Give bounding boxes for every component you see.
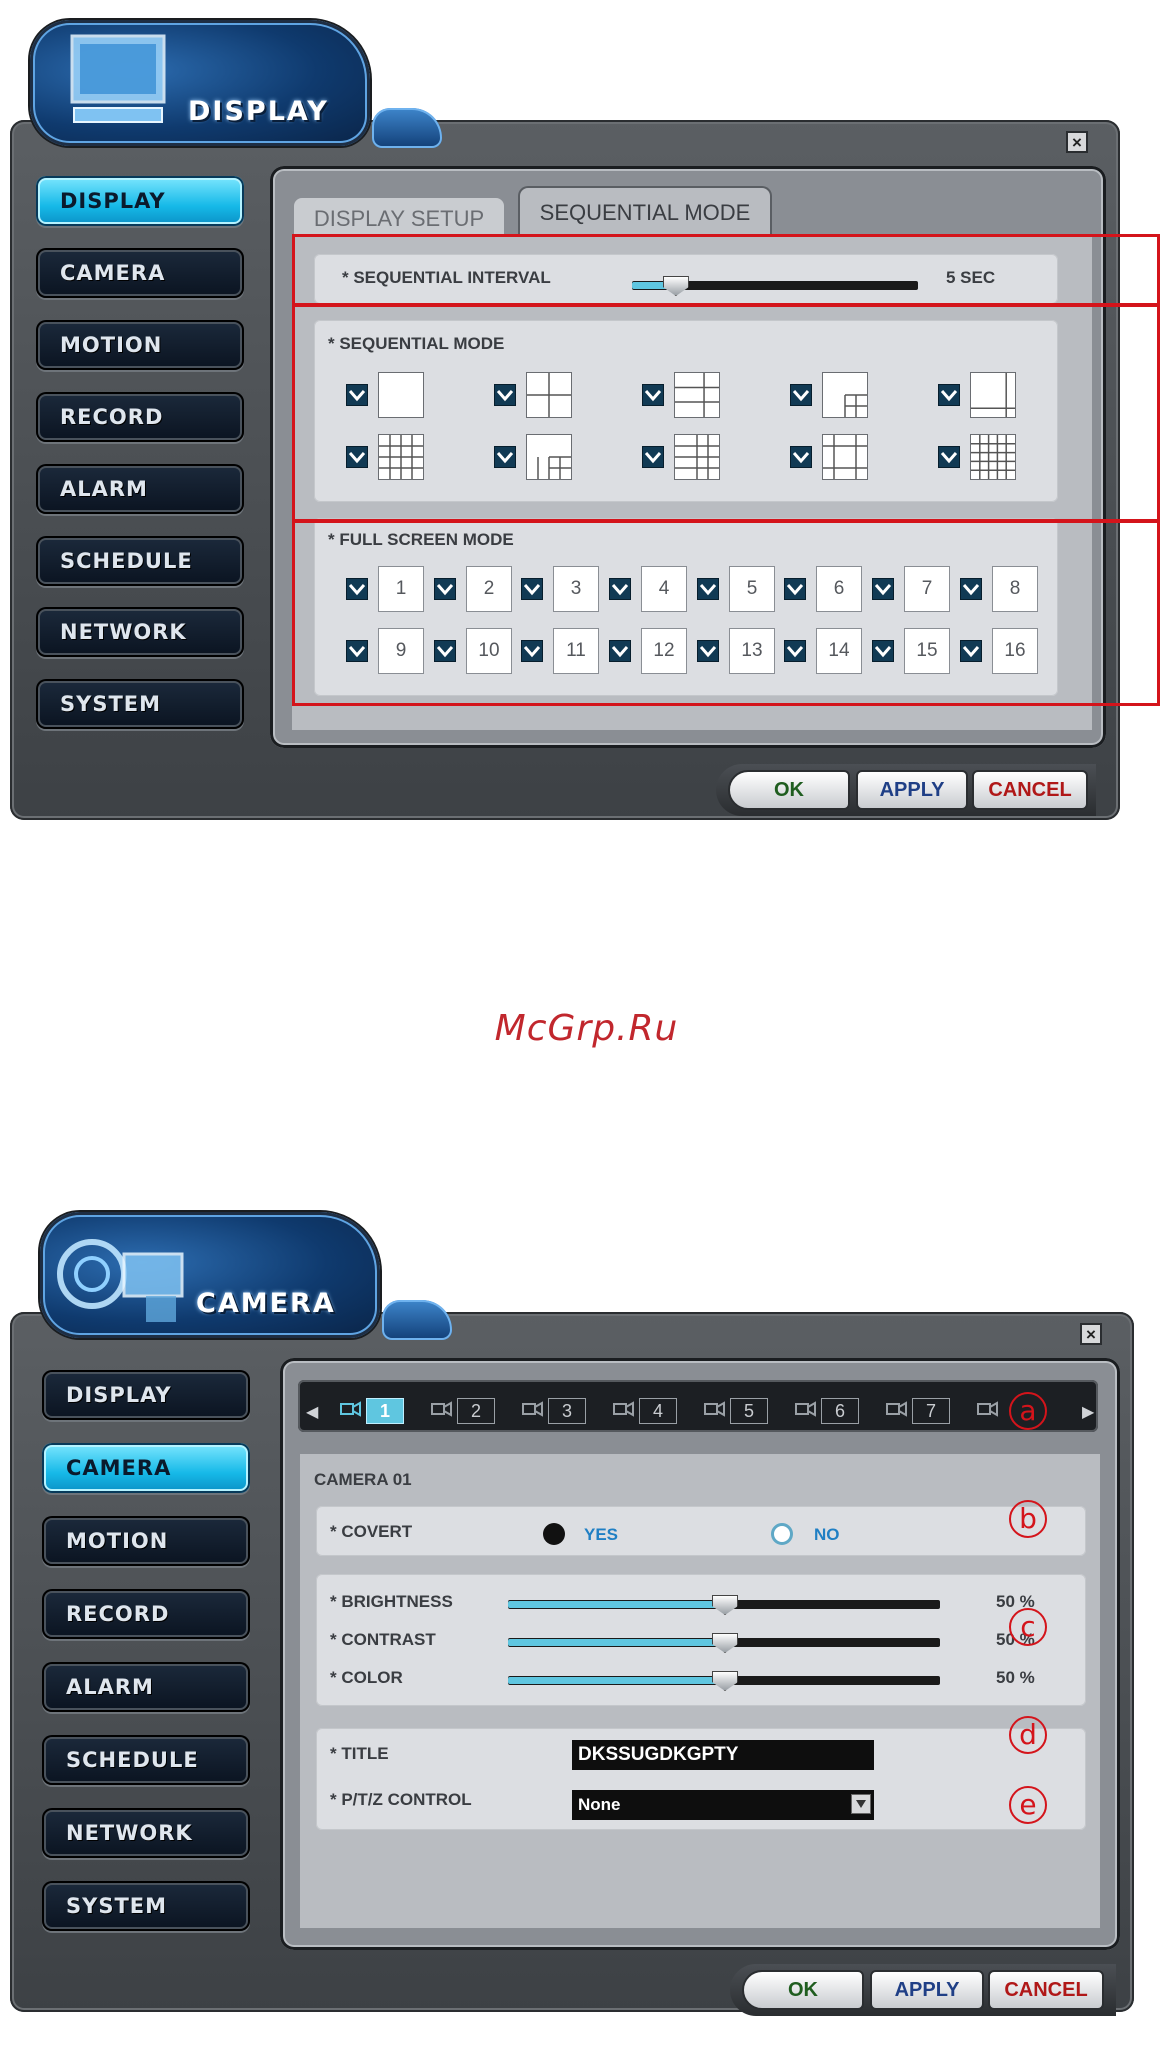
color-label: * COLOR	[330, 1668, 403, 1687]
camera-tab-3[interactable]: 3	[522, 1396, 586, 1426]
cancel-button[interactable]: CANCEL	[972, 770, 1088, 810]
close-button[interactable]: ×	[1066, 131, 1088, 153]
callout-b: b	[1009, 1500, 1047, 1538]
sidebar-item-system[interactable]: SYSTEM	[36, 679, 244, 729]
camera-tab-number: 7	[912, 1398, 950, 1424]
callout-d: d	[1009, 1716, 1047, 1754]
ok-button[interactable]: OK	[742, 1970, 864, 2010]
color-value: 50 %	[996, 1668, 1035, 1687]
sidebar-item-schedule[interactable]: SCHEDULE	[36, 536, 244, 586]
camera-icon	[886, 1400, 908, 1423]
camera-tab-7[interactable]: 7	[886, 1396, 950, 1426]
camera-icon	[57, 1239, 184, 1322]
camera-tab-number: 5	[730, 1398, 768, 1424]
sidebar-item-alarm[interactable]: ALARM	[36, 464, 244, 514]
sidebar-item-motion[interactable]: MOTION	[36, 320, 244, 370]
sidebar-item-motion[interactable]: MOTION	[42, 1516, 250, 1566]
apply-button[interactable]: APPLY	[856, 770, 968, 810]
camera-icon	[431, 1400, 453, 1423]
brightness-slider[interactable]	[508, 1595, 940, 1615]
camera-icon	[522, 1400, 544, 1423]
covert-label: * COVERT	[330, 1522, 413, 1541]
sidebar-item-alarm[interactable]: ALARM	[42, 1662, 250, 1712]
highlight-box-full-screen	[292, 520, 1160, 706]
logo-tab-decoration	[372, 108, 442, 148]
ptz-control-label: * P/T/Z CONTROL	[330, 1790, 472, 1809]
monitor-icon	[70, 34, 166, 123]
camera-tab-2[interactable]: 2	[431, 1396, 495, 1426]
covert-panel	[316, 1506, 1086, 1556]
camera-tab-6[interactable]: 6	[795, 1396, 859, 1426]
camera-tab-number: 1	[366, 1398, 404, 1424]
covert-no-label: NO	[814, 1525, 840, 1544]
covert-yes-radio[interactable]	[543, 1523, 565, 1545]
camera-icon	[704, 1400, 726, 1423]
apply-button[interactable]: APPLY	[870, 1970, 984, 2010]
contrast-label: * CONTRAST	[330, 1630, 436, 1649]
camera-icon	[795, 1400, 817, 1423]
sidebar-item-network[interactable]: NETWORK	[42, 1808, 250, 1858]
camera-tab-number: 2	[457, 1398, 495, 1424]
color-slider[interactable]	[508, 1671, 940, 1691]
sidebar-item-record[interactable]: RECORD	[36, 392, 244, 442]
highlight-box-interval	[292, 234, 1160, 306]
ptz-control-value: None	[578, 1795, 621, 1814]
sidebar-item-schedule[interactable]: SCHEDULE	[42, 1735, 250, 1785]
window-title: DISPLAY	[188, 96, 329, 127]
sidebar-item-display[interactable]: DISPLAY	[42, 1370, 250, 1420]
camera-heading: CAMERA 01	[314, 1470, 412, 1489]
ok-button[interactable]: OK	[728, 770, 850, 810]
camera-tab-4[interactable]: 4	[613, 1396, 677, 1426]
contrast-slider[interactable]	[508, 1633, 940, 1653]
callout-a: a	[1009, 1392, 1047, 1430]
camera-icon	[340, 1400, 362, 1423]
camera-tab-5[interactable]: 5	[704, 1396, 768, 1426]
camera-tab-number: 4	[639, 1398, 677, 1424]
callout-c: c	[1009, 1608, 1047, 1646]
sidebar-item-camera[interactable]: CAMERA	[36, 248, 244, 298]
chevron-down-icon[interactable]	[851, 1794, 871, 1814]
tab-sequential-mode[interactable]: SEQUENTIAL MODE	[518, 186, 772, 238]
sidebar-item-system[interactable]: SYSTEM	[42, 1881, 250, 1931]
sidebar-item-camera[interactable]: CAMERA	[42, 1443, 250, 1493]
camera-tab-1[interactable]: 1	[340, 1396, 404, 1426]
sidebar-item-network[interactable]: NETWORK	[36, 607, 244, 657]
camera-icon	[613, 1400, 635, 1423]
title-label: * TITLE	[330, 1744, 389, 1763]
camera-tab-number: 6	[821, 1398, 859, 1424]
sidebar-item-record[interactable]: RECORD	[42, 1589, 250, 1639]
camera-tab-number: 3	[548, 1398, 586, 1424]
callout-e: e	[1009, 1786, 1047, 1824]
scroll-right-arrow[interactable]: ▶	[1082, 1402, 1094, 1422]
title-input[interactable]: DKSSUGDKGPTY	[572, 1740, 874, 1770]
close-button[interactable]: ×	[1080, 1323, 1102, 1345]
logo-tab-decoration	[382, 1300, 452, 1340]
camera-tab-8[interactable]	[977, 1396, 999, 1426]
covert-yes-label: YES	[584, 1525, 619, 1544]
covert-no-radio[interactable]	[771, 1523, 793, 1545]
highlight-box-sequential-mode	[292, 304, 1160, 522]
brightness-label: * BRIGHTNESS	[330, 1592, 453, 1611]
watermark: McGrp.Ru	[494, 1008, 679, 1049]
camera-icon	[977, 1400, 999, 1423]
sidebar-item-display[interactable]: DISPLAY	[36, 176, 244, 226]
scroll-left-arrow[interactable]: ◀	[306, 1402, 318, 1422]
cancel-button[interactable]: CANCEL	[988, 1970, 1104, 2010]
ptz-control-select[interactable]: None	[572, 1790, 874, 1820]
window-title: CAMERA	[196, 1288, 336, 1319]
